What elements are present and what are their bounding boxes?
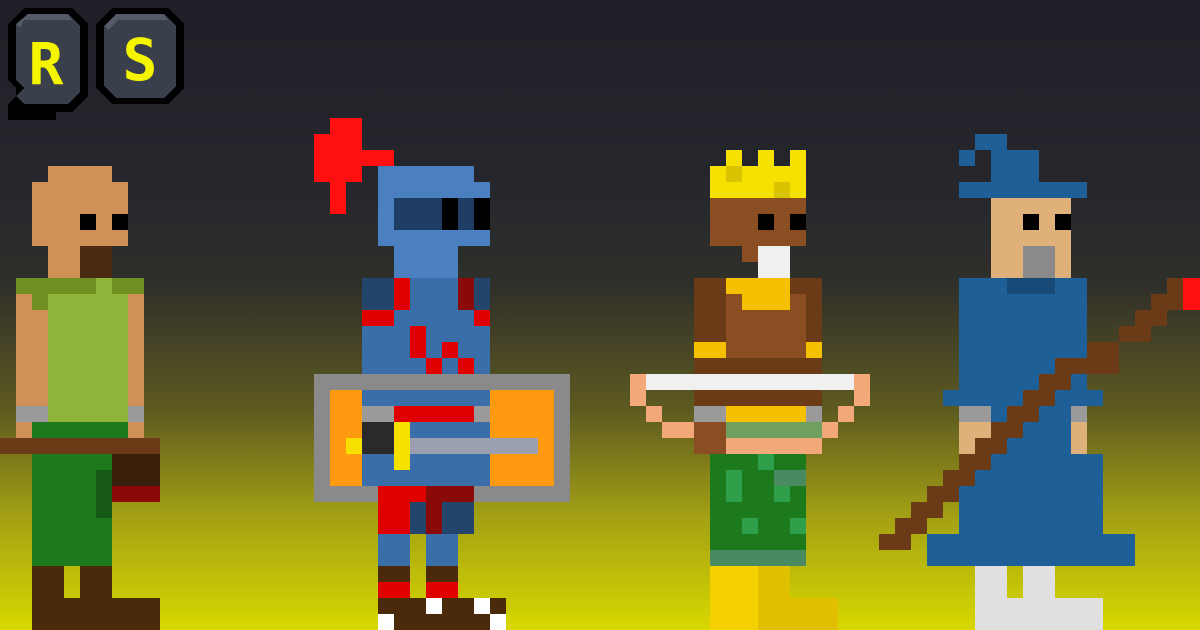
logo-r-stone-icon: R [8,8,88,120]
scene-art: R S [0,8,1200,630]
logo-letter-s: S [123,26,158,94]
game-scene: RS R S [0,0,1200,630]
wizard-character-icon [879,134,1200,630]
peasant-character-icon [0,166,160,630]
logo-letter-r: R [29,30,64,98]
logo-s-stone-icon: S [96,8,184,104]
king-character-icon [630,150,870,630]
knight-character-icon [314,118,570,630]
rs-logo-icon: R S [8,8,184,120]
